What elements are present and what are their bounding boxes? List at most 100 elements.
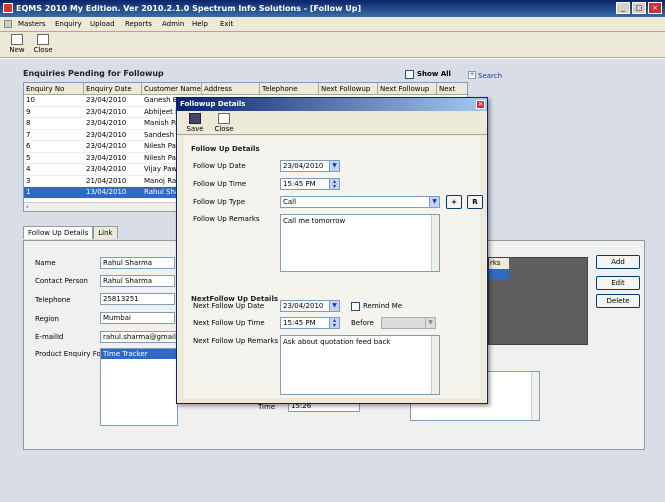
dialog-close-button[interactable]: Close [213, 113, 235, 135]
close-window-icon[interactable]: × [648, 2, 662, 14]
remarks-scrollbar[interactable] [431, 215, 439, 271]
contact-person-label: Contact Person [35, 277, 88, 285]
dialog-close-label: Close [214, 125, 234, 133]
remarks-scrollbar[interactable] [531, 372, 539, 420]
region-field[interactable]: Mumbai [100, 312, 175, 324]
telephone-label: Telephone [35, 296, 71, 304]
app-icon [3, 3, 13, 13]
show-all-checkbox[interactable] [405, 70, 414, 79]
cell-enquiry-no: 9 [26, 107, 31, 116]
followup-details-dialog: Followup Details × Save Close Follow Up … [176, 97, 488, 404]
new-icon [11, 34, 23, 45]
chevron-down-icon[interactable]: ▼ [429, 197, 439, 207]
save-button[interactable]: Save [185, 113, 205, 135]
dialog-toolbar: Save Close [177, 111, 487, 135]
menu-help[interactable]: Help [192, 20, 208, 28]
menu-reports[interactable]: Reports [125, 20, 152, 28]
cell-enquiry-date: 23/04/2010 [86, 130, 127, 139]
spinner-icon[interactable]: ▴ ▾ [329, 318, 339, 328]
cell-enquiry-date: 21/04/2010 [86, 176, 127, 185]
cell-enquiry-no: 10 [26, 96, 35, 104]
next-follow-up-remarks-field[interactable]: Ask about quotation feed back [280, 335, 440, 395]
name-label: Name [35, 259, 56, 267]
follow-up-type-label: Follow Up Type [193, 198, 246, 206]
next-follow-up-date-value: 23/04/2010 [283, 302, 324, 310]
maximize-icon[interactable]: □ [632, 2, 646, 14]
dialog-close-icon[interactable]: × [476, 100, 485, 109]
before-label: Before [351, 319, 374, 327]
follow-up-remarks-value: Call me tomorrow [283, 217, 346, 225]
follow-up-remarks-label: Follow Up Remarks [193, 215, 260, 223]
next-follow-up-time-label: Next Follow Up Time [193, 319, 265, 327]
follow-up-remarks-field[interactable]: Call me tomorrow [280, 214, 440, 272]
col-next[interactable]: Next [437, 83, 467, 95]
tab-follow-up-details[interactable]: Follow Up Details [23, 226, 94, 239]
before-select[interactable]: ▼ [381, 317, 436, 329]
next-follow-up-date-picker[interactable]: 23/04/2010 ▼ [280, 300, 340, 312]
save-label: Save [186, 125, 204, 133]
search-link[interactable]: Search [478, 72, 502, 80]
region-label: Region [35, 315, 59, 323]
col-customer-name[interactable]: Customer Name [142, 83, 202, 95]
tab-link[interactable]: Link [93, 226, 118, 239]
close-button[interactable]: Close [32, 34, 54, 56]
cell-enquiry-date: 13/04/2010 [86, 188, 127, 196]
col-address[interactable]: Address [202, 83, 260, 95]
history-row-selected[interactable] [489, 269, 509, 279]
new-button[interactable]: New [6, 34, 28, 56]
col-enquiry-date[interactable]: Enquiry Date [84, 83, 142, 95]
email-field[interactable]: rahul.sharma@gmail.com [100, 331, 178, 343]
menu-exit[interactable]: Exit [220, 20, 233, 28]
follow-up-time-value: 15:45 PM [283, 180, 316, 188]
col-next-followup[interactable]: Next Followup [319, 83, 378, 95]
add-type-button[interactable]: + [446, 195, 462, 209]
follow-up-type-select[interactable]: Call ▼ [280, 196, 440, 208]
col-enquiry-no[interactable]: Enquiry No [24, 83, 84, 95]
next-follow-up-time-value: 15:45 PM [283, 319, 316, 327]
menu-bar: Masters Enquiry Upload Reports Admin Hel… [0, 17, 665, 32]
follow-up-date-label: Follow Up Date [193, 162, 246, 170]
scroll-left-icon[interactable]: ‹ [26, 203, 29, 211]
edit-button[interactable]: Edit [596, 276, 640, 290]
menu-enquiry[interactable]: Enquiry [55, 20, 82, 28]
next-follow-up-time-spinner[interactable]: 15:45 PM ▴ ▾ [280, 317, 340, 329]
chevron-down-icon[interactable]: ▼ [329, 301, 339, 311]
remind-me-label: Remind Me [363, 302, 403, 310]
time-label: Time [258, 403, 276, 411]
dialog-body: Follow Up Details Follow Up Date 23/04/2… [184, 136, 483, 398]
cell-enquiry-no: 5 [26, 153, 31, 162]
chevron-down-icon[interactable]: ▼ [425, 318, 435, 328]
col-telephone[interactable]: Telephone [260, 83, 319, 95]
follow-up-time-spinner[interactable]: 15:45 PM ▴ ▾ [280, 178, 340, 190]
remind-me-checkbox[interactable] [351, 302, 360, 311]
history-col-remarks[interactable]: rks [489, 258, 509, 269]
chevron-down-icon[interactable]: ▼ [329, 161, 339, 171]
close-doc-icon [218, 113, 230, 124]
menu-masters[interactable]: Masters [18, 20, 46, 28]
cell-enquiry-no: 6 [26, 142, 31, 150]
name-field[interactable]: Rahul Sharma [100, 257, 175, 269]
telephone-field[interactable]: 25813251 [100, 293, 175, 305]
next-remarks-scrollbar[interactable] [431, 336, 439, 394]
col-next-followup-2[interactable]: Next Followup [378, 83, 437, 95]
refresh-type-button[interactable]: R [467, 195, 483, 209]
follow-up-date-picker[interactable]: 23/04/2010 ▼ [280, 160, 340, 172]
add-button[interactable]: Add [596, 255, 640, 269]
follow-up-date-value: 23/04/2010 [283, 162, 324, 170]
expand-search-icon[interactable]: + [468, 71, 476, 79]
main-toolbar: New Close [0, 32, 665, 58]
contact-person-field[interactable]: Rahul Sharma [100, 275, 175, 287]
follow-up-type-value: Call [283, 198, 297, 206]
menu-admin[interactable]: Admin [162, 20, 184, 28]
product-list-item-selected[interactable]: Time Tracker [101, 349, 177, 359]
delete-button[interactable]: Delete [596, 294, 640, 308]
spinner-icon[interactable]: ▴ ▾ [329, 179, 339, 189]
menu-upload[interactable]: Upload [90, 20, 115, 28]
product-enquiry-list[interactable]: Time Tracker [100, 348, 178, 426]
window-title: EQMS 2010 My Edition. Ver 2010.2.1.0 Spe… [16, 4, 362, 13]
follow-up-details-heading: Follow Up Details [191, 145, 260, 153]
minimize-icon[interactable]: _ [616, 2, 630, 14]
close-label: Close [33, 46, 53, 54]
next-follow-up-remarks-label: Next Follow Up Remarks [193, 337, 279, 345]
dialog-title: Followup Details [180, 100, 246, 108]
